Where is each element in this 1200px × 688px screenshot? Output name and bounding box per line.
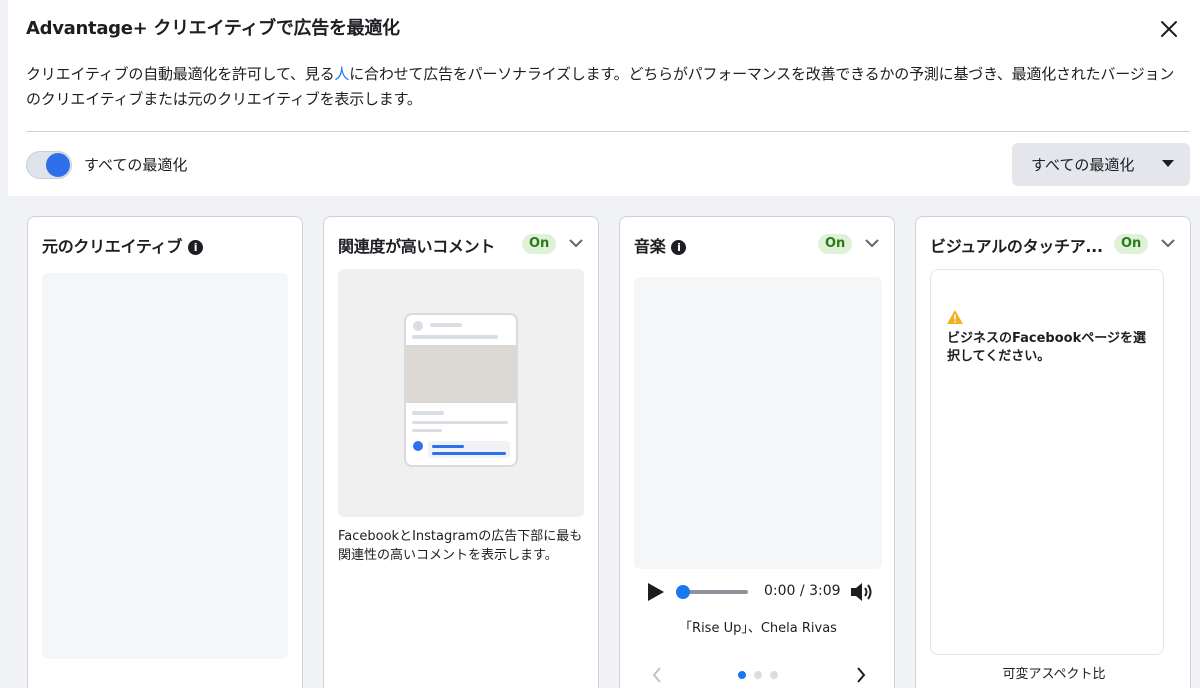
dropdown-selected-value: すべての最適化 [1031,156,1135,174]
comment-preview [338,269,584,517]
optimization-cards: 元のクリエイティブ i 関連度が高いコメント On FacebookとInsta… [8,196,1200,688]
card-title: 音楽 i [634,233,687,257]
status-badge: On [1114,234,1149,254]
status-badge: On [522,234,557,254]
dialog-header: Advantage+ クリエイティブで広告を最適化 [26,14,1182,44]
music-preview [634,277,882,569]
current-time: 0:00 [764,583,796,599]
dialog-title: Advantage+ クリエイティブで広告を最適化 [26,18,400,39]
divider [26,131,1190,132]
dialog-description: クリエイティブの自動最適化を許可して、見る人に合わせて広告をパーソナライズします… [26,62,1186,112]
play-icon[interactable] [648,583,664,601]
progress-scrubber[interactable] [676,585,690,599]
chevron-down-icon [865,239,879,248]
creative-preview [42,273,288,659]
aspect-ratio-label: 可変アスペクト比 [1002,667,1106,682]
card-original-creative: 元のクリエイティブ i [27,216,303,688]
chevron-left-icon[interactable] [650,665,664,685]
post-illustration-icon [406,321,516,458]
toggle-knob [46,153,70,177]
card-title-text: 音楽 [634,237,666,256]
chevron-right-icon[interactable] [854,665,868,685]
description-text-1: クリエイティブの自動最適化を許可して、見る [26,65,335,83]
info-icon[interactable]: i [188,240,204,255]
playback-time: 0:00 / 3:09 [764,583,841,599]
description-highlight: 人 [334,65,350,83]
carousel-dot-active[interactable] [738,671,746,679]
card-title: 関連度が高いコメント [338,237,496,256]
status-badge: On [818,234,853,254]
chevron-down-icon [1161,239,1175,248]
caret-down-icon [1162,160,1174,167]
warning-icon [947,310,963,324]
carousel-dot[interactable] [754,671,762,679]
card-visual-touchups: ビジュアルのタッチア... On ビジネスのFacebookページを選択してくだ… [915,216,1191,688]
carousel-dot[interactable] [770,671,778,679]
card-title: 元のクリエイティブ i [42,233,204,257]
info-icon[interactable]: i [671,240,687,255]
card-music: 音楽 i On 0:00 / 3:09 「Rise Up」、Chela Riva… [619,216,895,688]
card-description: FacebookとInstagramの広告下部に最も関連性の高いコメントを表示し… [338,529,583,563]
card-relevant-comments: 関連度が高いコメント On FacebookとInstagramの広告下部に最も… [323,216,599,688]
close-icon [1161,21,1177,37]
card-title: ビジュアルのタッチア... [930,237,1103,256]
duration: 3:09 [809,583,841,599]
carousel-controls [640,661,876,683]
close-button[interactable] [1158,18,1180,40]
optimization-filter-dropdown[interactable]: すべての最適化 [1012,143,1190,186]
toggle-label: すべての最適化 [84,156,188,174]
time-separator: / [799,583,805,599]
audio-player: 0:00 / 3:09 [648,579,878,605]
warning-message: ビジネスのFacebookページを選択してください。 [947,331,1146,364]
expand-button[interactable] [862,235,882,251]
expand-button[interactable] [566,235,586,251]
chevron-down-icon [569,239,583,248]
song-title: 「Rise Up」、Chela Rivas [679,621,837,636]
mock-post-illustration [404,313,518,467]
card-title-text: 元のクリエイティブ [42,237,183,256]
expand-button[interactable] [1158,235,1178,251]
volume-button[interactable] [848,579,874,605]
volume-icon [851,583,872,601]
all-optimizations-toggle[interactable] [26,151,72,179]
optimization-dialog: Advantage+ クリエイティブで広告を最適化 クリエイティブの自動最適化を… [8,0,1200,688]
warning-panel: ビジネスのFacebookページを選択してください。 [930,269,1164,655]
